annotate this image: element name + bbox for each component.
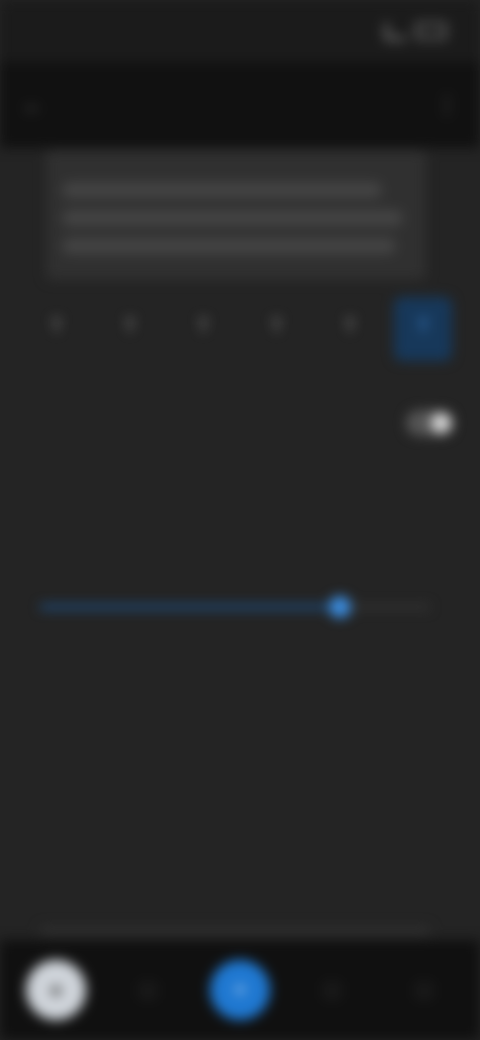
text-icon: T [197,315,209,336]
bottom-nav: ● □ + □ □ [0,940,480,1040]
tab-option-6[interactable]: T [394,297,453,361]
avatar-icon[interactable]: ● [26,960,86,1020]
app-bar: ← ⋮ [0,62,480,148]
slider-thumb[interactable] [329,596,352,618]
text-icon: T [124,315,136,336]
signal-icon [385,22,406,40]
add-icon[interactable]: + [210,960,270,1020]
nav-item-icon[interactable]: □ [118,960,178,1020]
blurred-screen: ← ⋮ T T T T T T ● □ + □ □ [0,0,480,1040]
back-icon[interactable]: ← [18,90,48,120]
tab-option-4[interactable]: T [248,297,306,361]
setting-toggle[interactable] [406,410,454,436]
slider-fill [40,605,341,609]
text-preview [46,150,426,280]
more-icon[interactable]: ⋮ [432,90,462,120]
preview-line [62,210,404,226]
text-icon: T [344,315,356,336]
text-icon: T [417,315,429,336]
bottom-divider [40,926,430,936]
preview-line [62,238,397,254]
tab-option-5[interactable]: T [321,297,379,361]
value-slider[interactable] [40,596,430,618]
setting-row [34,398,454,448]
text-icon: T [271,315,283,336]
nav-item-icon[interactable]: □ [302,960,362,1020]
nav-item-icon[interactable]: □ [394,960,454,1020]
battery-icon [416,23,446,39]
tab-option-1[interactable]: T [28,297,86,361]
toggle-knob [431,413,451,433]
preview-line [62,182,383,198]
text-icon: T [51,315,63,336]
status-bar [0,0,480,62]
style-tabs: T T T T T T [0,290,480,368]
tab-option-3[interactable]: T [174,297,232,361]
tab-option-2[interactable]: T [101,297,159,361]
